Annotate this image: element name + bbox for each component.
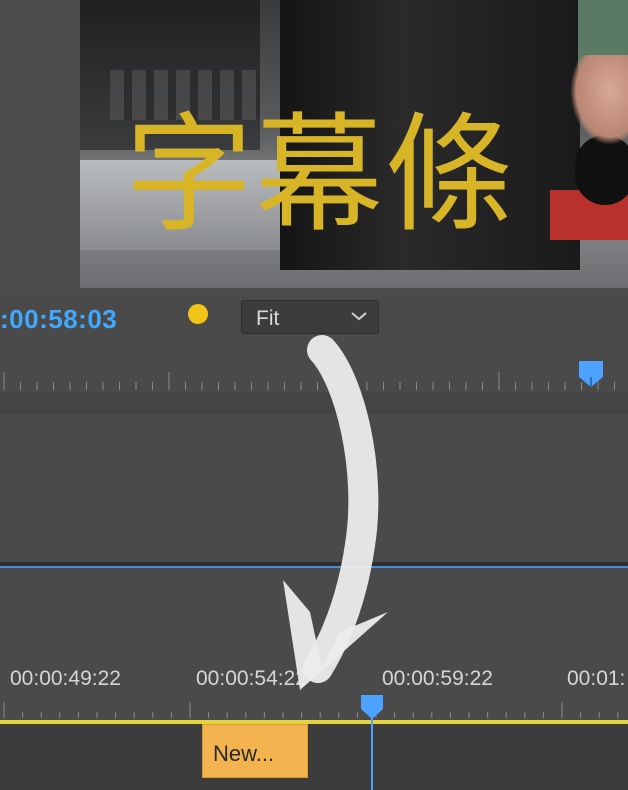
marker-indicator-icon[interactable] [188, 304, 208, 324]
video-track[interactable] [0, 724, 628, 790]
subtitle-caption: 字幕條 [124, 101, 515, 250]
preview-bg-shape [570, 55, 628, 145]
preview-bg-shape [575, 135, 628, 205]
timeline-ruler-label: 00:00:49:22 [10, 667, 121, 690]
playhead-timecode[interactable]: :00:58:03 [0, 304, 117, 335]
timeline-time-ruler[interactable] [0, 692, 628, 722]
monitor-scrub-ruler[interactable] [0, 364, 628, 394]
playhead-line[interactable] [371, 718, 373, 790]
zoom-fit-select[interactable]: Fit [241, 300, 379, 334]
monitor-playhead-icon[interactable] [578, 360, 604, 388]
timeline-playhead-icon[interactable] [360, 694, 384, 720]
clip-label: New... [213, 741, 275, 766]
timeline-ruler-label: 00:00:59:22 [382, 667, 493, 690]
chevron-down-icon [351, 312, 367, 321]
zoom-fit-value: Fit [256, 307, 280, 330]
empty-panel [0, 414, 628, 562]
timeline-ruler-label: 00:00:54:22 [196, 667, 307, 690]
timeline-clip[interactable]: New... [202, 724, 308, 778]
video-preview: 字幕條 [80, 0, 628, 288]
timeline-ruler-label: 00:01: [567, 667, 626, 690]
monitor-scrub-bar[interactable] [0, 392, 628, 414]
